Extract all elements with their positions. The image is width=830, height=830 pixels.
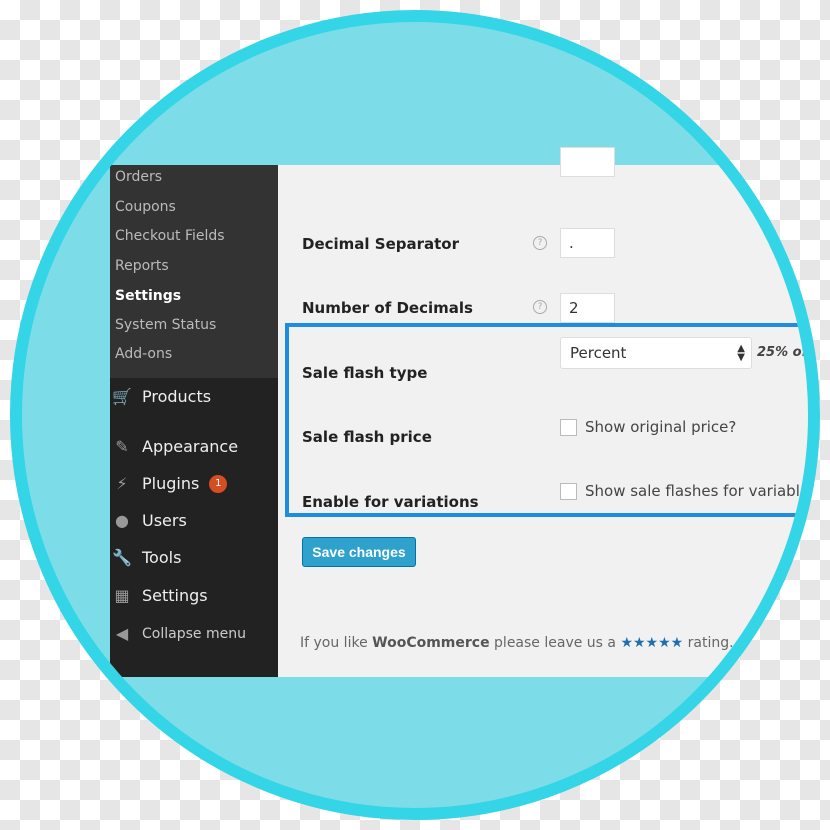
sale-flash-type-note: 25% of xyxy=(757,345,808,360)
collapse-icon: ◀ xyxy=(115,624,129,643)
help-icon[interactable]: ? xyxy=(533,236,547,250)
submenu-checkout-fields[interactable]: Checkout Fields xyxy=(115,228,225,244)
wrench-icon: 🔧 xyxy=(112,548,132,567)
sale-flash-price-label: Sale flash price xyxy=(302,428,432,446)
variations-checkbox-label: Show sale flashes for variable p xyxy=(585,482,820,500)
enable-variations-label: Enable for variations xyxy=(302,493,479,511)
number-of-decimals-label: Number of Decimals xyxy=(302,299,473,317)
cart-icon: 🛒 xyxy=(112,387,132,406)
footer-text: If you like WooCommerce please leave us … xyxy=(300,635,761,651)
submenu-system-status[interactable]: System Status xyxy=(115,317,216,333)
menu-label: Products xyxy=(142,387,212,406)
footer-pre: If you like xyxy=(300,635,373,651)
plug-icon: ⚡ xyxy=(116,474,128,493)
settings-icon: ▦ xyxy=(114,586,130,605)
collapse-menu[interactable]: ◀ Collapse menu xyxy=(112,624,246,643)
show-original-price-checkbox[interactable] xyxy=(560,419,577,436)
menu-label: Plugins xyxy=(142,474,200,493)
variations-checkbox[interactable] xyxy=(560,483,577,500)
menu-appearance[interactable]: ✎ Appearance xyxy=(112,437,238,456)
menu-label: Collapse menu xyxy=(142,625,246,642)
sale-flash-type-label: Sale flash type xyxy=(302,364,428,382)
decimal-separator-input[interactable]: . xyxy=(560,228,615,258)
user-icon: ● xyxy=(115,511,129,530)
wp-admin-screenshot: Orders Coupons Checkout Fields Reports S… xyxy=(110,147,820,677)
menu-label: Appearance xyxy=(142,437,239,456)
menu-label: Tools xyxy=(142,548,182,567)
sale-flash-type-select[interactable]: Percent ▲ ▼ xyxy=(560,337,752,369)
paintbrush-icon: ✎ xyxy=(115,437,129,456)
menu-users[interactable]: ● Users xyxy=(112,511,187,530)
admin-sidebar: Orders Coupons Checkout Fields Reports S… xyxy=(110,165,278,677)
rating-stars-link[interactable]: ★★★★★ xyxy=(620,635,683,651)
show-original-price-label: Show original price? xyxy=(585,418,737,436)
submenu-orders[interactable]: Orders xyxy=(115,169,162,185)
save-changes-button[interactable]: Save changes xyxy=(302,537,416,567)
submenu-reports[interactable]: Reports xyxy=(115,258,169,274)
footer-mid: please leave us a xyxy=(489,635,621,651)
woocommerce-submenu: Orders Coupons Checkout Fields Reports S… xyxy=(110,165,278,378)
update-badge: 1 xyxy=(209,474,228,493)
select-arrows-icon: ▲ ▼ xyxy=(737,343,745,363)
circle-frame: Orders Coupons Checkout Fields Reports S… xyxy=(10,10,820,820)
help-icon[interactable]: ? xyxy=(533,300,547,314)
footer-brand: WooCommerce xyxy=(372,635,490,651)
menu-settings[interactable]: ▦ Settings xyxy=(112,586,208,605)
menu-plugins[interactable]: ⚡ Plugins 1 xyxy=(112,474,228,493)
previous-field-input[interactable] xyxy=(560,147,615,177)
menu-label: Users xyxy=(142,511,187,530)
footer-post: rating. A h xyxy=(683,635,761,651)
menu-label: Settings xyxy=(142,586,208,605)
decimal-separator-label: Decimal Separator xyxy=(302,235,460,253)
submenu-coupons[interactable]: Coupons xyxy=(115,199,176,215)
number-of-decimals-input[interactable]: 2 xyxy=(560,293,615,323)
menu-products[interactable]: 🛒 Products xyxy=(112,387,211,406)
submenu-settings[interactable]: Settings xyxy=(115,288,181,304)
select-value: Percent xyxy=(570,344,627,362)
submenu-add-ons[interactable]: Add-ons xyxy=(115,346,172,362)
menu-tools[interactable]: 🔧 Tools xyxy=(112,548,181,567)
